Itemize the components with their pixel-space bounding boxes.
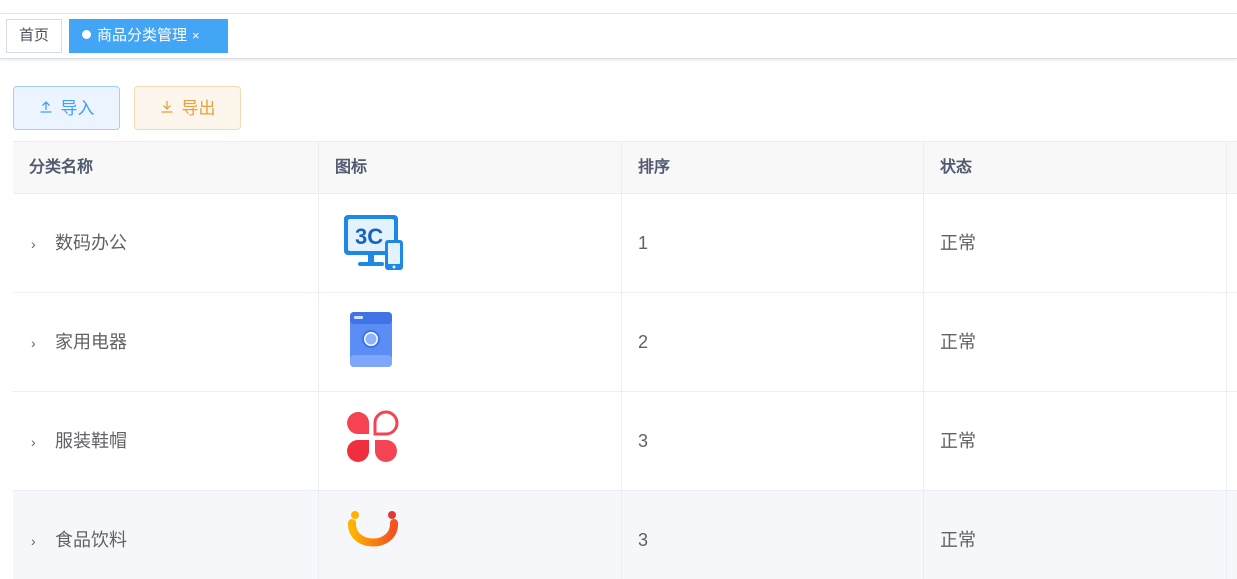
table-row[interactable]: › 数码办公 3C 1 正常 [13,194,1237,293]
column-header-sort[interactable]: 排序 [622,142,924,194]
tag-category-management[interactable]: 商品分类管理 × [69,19,228,53]
sort-cell: 3 [622,392,924,491]
export-label: 导出 [181,99,216,118]
table-header: 分类名称 图标 排序 状态 [13,141,1237,194]
table-row[interactable]: › 服装鞋帽 3 正常 [13,392,1237,491]
3c-devices-icon: 3C [344,215,403,270]
name-cell: › 食品饮料 [13,491,319,579]
tag-label: 商品分类管理 [97,27,188,44]
table-row[interactable]: › 食品饮料 3 正常 [13,491,1237,579]
svg-text:3C: 3C [355,224,383,249]
category-name: 食品饮料 [55,530,127,550]
name-cell: › 服装鞋帽 [13,392,319,491]
smile-icon [347,511,399,547]
category-name: 家用电器 [55,332,127,352]
expand-chevron-icon[interactable]: › [31,492,41,579]
extra-cell [1227,392,1237,491]
status-cell: 正常 [924,392,1227,491]
tags-view-bar: 首页 商品分类管理 × [0,14,1237,59]
sort-cell: 2 [622,293,924,392]
washing-machine-icon [350,312,392,367]
import-label: 导入 [60,99,95,118]
category-name: 服装鞋帽 [55,431,127,451]
name-cell: › 数码办公 [13,194,319,293]
tag-home[interactable]: 首页 [6,19,62,53]
expand-chevron-icon[interactable]: › [31,393,41,492]
top-navbar [0,0,1237,14]
status-cell: 正常 [924,194,1227,293]
download-icon [160,87,174,129]
upload-icon [39,87,53,129]
icon-cell [319,491,622,579]
import-button[interactable]: 导入 [13,86,120,130]
table-row[interactable]: › 家用电器 2 正常 [13,293,1237,392]
extra-cell [1227,491,1237,579]
sort-cell: 1 [622,194,924,293]
column-header-status[interactable]: 状态 [924,142,1227,194]
sort-cell: 3 [622,491,924,579]
icon-cell [319,293,622,392]
column-header-extra [1227,142,1237,194]
extra-cell [1227,194,1237,293]
name-cell: › 家用电器 [13,293,319,392]
export-button[interactable]: 导出 [134,86,241,130]
category-name: 数码办公 [55,233,127,253]
column-header-icon[interactable]: 图标 [319,142,622,194]
extra-cell [1227,293,1237,392]
clover-icon [347,410,399,462]
status-cell: 正常 [924,293,1227,392]
icon-cell: 3C [319,194,622,293]
column-header-name[interactable]: 分类名称 [13,142,319,194]
status-cell: 正常 [924,491,1227,579]
active-dot-icon [82,30,91,39]
close-icon[interactable]: × [192,20,200,52]
expand-chevron-icon[interactable]: › [31,195,41,294]
icon-cell [319,392,622,491]
expand-chevron-icon[interactable]: › [31,294,41,393]
